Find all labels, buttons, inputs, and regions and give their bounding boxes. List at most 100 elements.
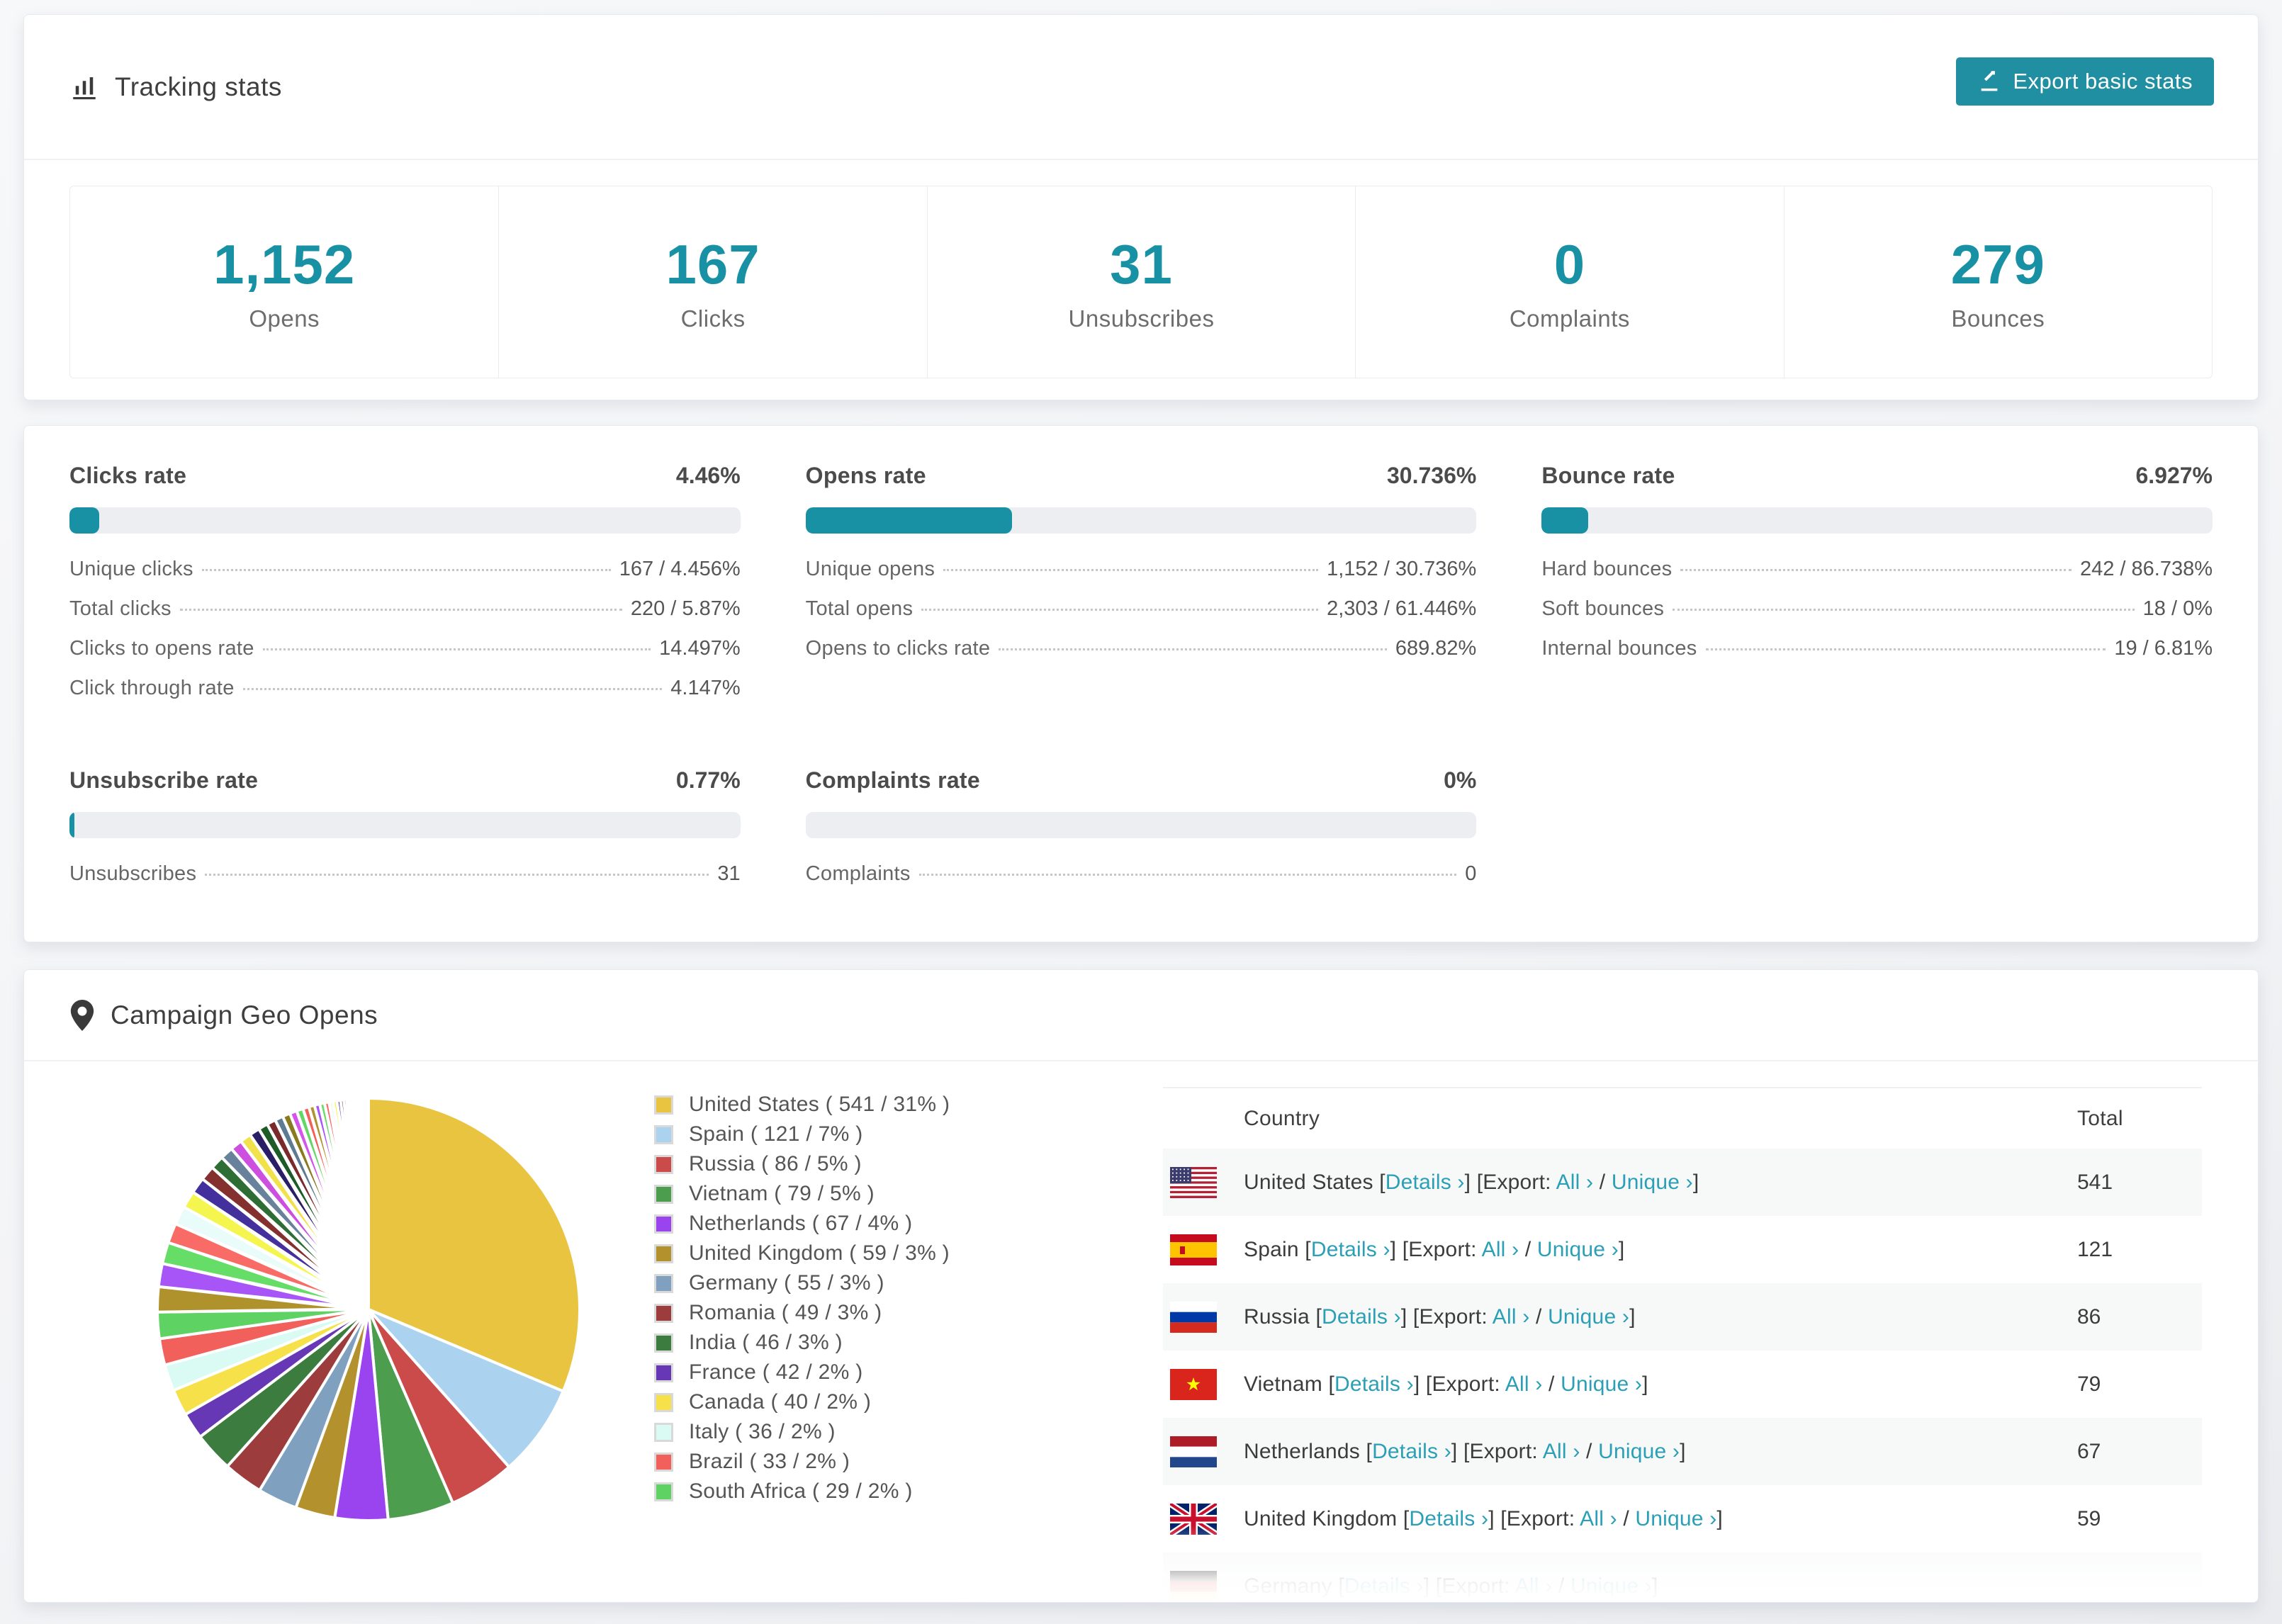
legend-item[interactable]: France ( 42 / 2% ) [654, 1358, 950, 1387]
rate-title-row: Clicks rate 4.46% [69, 463, 741, 489]
details-link[interactable]: Details › [1322, 1305, 1401, 1329]
rate-value: 0.77% [675, 767, 741, 793]
legend-item[interactable]: Germany ( 55 / 3% ) [654, 1268, 950, 1298]
export-label: Export: [1441, 1574, 1510, 1598]
slash: / [1529, 1304, 1548, 1329]
legend-item[interactable]: Brazil ( 33 / 2% ) [654, 1447, 950, 1477]
legend-item[interactable]: Canada ( 40 / 2% ) [654, 1387, 950, 1417]
details-link[interactable]: Details › [1386, 1171, 1465, 1194]
slash: / [1542, 1372, 1561, 1396]
geo-table-header: Country Total [1163, 1088, 2202, 1149]
rate-detail-label: Soft bounces [1541, 597, 1665, 620]
details-link[interactable]: Details › [1334, 1372, 1414, 1396]
country-flag-icon [1170, 1368, 1217, 1400]
rate-value: 30.736% [1387, 463, 1477, 488]
bar-chart-icon [69, 72, 99, 102]
country-flag-icon [1170, 1436, 1217, 1467]
rate-progress-bar [69, 507, 741, 534]
export-label: Export: [1506, 1506, 1575, 1530]
legend-item[interactable]: Vietnam ( 79 / 5% ) [654, 1179, 950, 1209]
bracket: ] [1629, 1304, 1636, 1329]
export-label: Export: [1483, 1170, 1551, 1194]
legend-item[interactable]: India ( 46 / 3% ) [654, 1328, 950, 1358]
table-row: Russia [Details ›] [Export: All › / Uniq… [1163, 1283, 2202, 1350]
export-all-link[interactable]: All › [1543, 1440, 1580, 1463]
export-unique-link[interactable]: Unique › [1635, 1507, 1716, 1530]
details-link[interactable]: Details › [1372, 1440, 1451, 1463]
page-title: Tracking stats [115, 72, 282, 101]
legend-item[interactable]: United Kingdom ( 59 / 3% ) [654, 1239, 950, 1268]
bracket: [ [1379, 1170, 1386, 1194]
legend-label: Germany ( 55 / 3% ) [689, 1271, 884, 1295]
legend-item[interactable]: Netherlands ( 67 / 4% ) [654, 1209, 950, 1239]
export-all-link[interactable]: All › [1505, 1372, 1543, 1396]
stat-label: Clicks [680, 305, 746, 332]
export-all-link[interactable]: All › [1556, 1171, 1594, 1194]
rate-detail-label: Total clicks [69, 597, 172, 620]
bracket: ] [1642, 1372, 1648, 1396]
legend-label: United Kingdom ( 59 / 3% ) [689, 1241, 950, 1265]
rate-detail-rows: Complaints 0 [806, 862, 1477, 886]
rate-block: Clicks rate 4.46% Unique clicks 167 / 4.… [69, 463, 741, 716]
rate-detail-label: Opens to clicks rate [805, 637, 991, 660]
legend-item[interactable]: Russia ( 86 / 5% ) [654, 1149, 950, 1179]
country-cell: United Kingdom [Details ›] [Export: All … [1244, 1507, 1723, 1531]
country-flag-icon [1170, 1570, 1217, 1602]
rate-detail-rows: Unsubscribes 31 [69, 862, 741, 886]
rate-detail-row: Unsubscribes 31 [69, 862, 741, 886]
geo-content: United States ( 541 / 31% ) Spain ( 121 … [24, 1061, 2258, 1602]
rate-detail-label: Complaints [805, 862, 911, 885]
dotted-leader [205, 874, 709, 876]
country-cell: Germany [Details ›] [Export: All › / Uni… [1244, 1574, 1658, 1598]
export-basic-stats-button[interactable]: Export basic stats [1956, 57, 2214, 106]
rate-value: 6.927% [2135, 463, 2213, 488]
total-cell: 59 [2077, 1506, 2101, 1530]
export-all-link[interactable]: All › [1515, 1574, 1553, 1598]
pie-slice[interactable] [366, 1096, 370, 1112]
rate-progress-bar [69, 812, 741, 838]
table-row: Netherlands [Details ›] [Export: All › /… [1163, 1418, 2202, 1485]
legend-item[interactable]: Spain ( 121 / 7% ) [654, 1120, 950, 1149]
export-all-link[interactable]: All › [1580, 1507, 1617, 1530]
country-cell: Spain [Details ›] [Export: All › / Uniqu… [1244, 1238, 1624, 1262]
legend-item[interactable]: United States ( 541 / 31% ) [654, 1090, 950, 1120]
dotted-leader [1673, 609, 2135, 611]
bracket: ] [ [1464, 1170, 1483, 1194]
bracket: [ [1338, 1574, 1344, 1598]
rate-detail-value: 0 [1465, 862, 1477, 885]
export-unique-link[interactable]: Unique › [1537, 1238, 1619, 1261]
rate-block: Complaints rate 0% Complaints 0 [805, 767, 1477, 902]
stat-card: 0 Complaints [1355, 186, 1783, 378]
rates-grid: Clicks rate 4.46% Unique clicks 167 / 4.… [69, 463, 2213, 902]
legend-item[interactable]: Italy ( 36 / 2% ) [654, 1417, 950, 1447]
details-link[interactable]: Details › [1344, 1574, 1424, 1598]
export-unique-link[interactable]: Unique › [1612, 1171, 1693, 1194]
export-all-link[interactable]: All › [1493, 1305, 1530, 1329]
country-cell: Russia [Details ›] [Export: All › / Uniq… [1244, 1305, 1636, 1329]
export-unique-link[interactable]: Unique › [1570, 1574, 1652, 1598]
legend-label: Netherlands ( 67 / 4% ) [689, 1212, 913, 1235]
rate-detail-row: Total opens 2,303 / 61.446% [806, 597, 1477, 621]
export-all-link[interactable]: All › [1482, 1238, 1519, 1261]
geo-pie-chart[interactable] [149, 1090, 588, 1529]
export-unique-link[interactable]: Unique › [1548, 1305, 1629, 1329]
export-unique-link[interactable]: Unique › [1598, 1440, 1680, 1463]
export-unique-link[interactable]: Unique › [1561, 1372, 1642, 1396]
stat-value: 167 [665, 232, 760, 295]
rate-detail-value: 19 / 6.81% [2114, 637, 2213, 660]
column-header-country: Country [1244, 1106, 1320, 1130]
dotted-leader [262, 648, 651, 650]
stats-strip: 1,152 Opens 167 Clicks 31 Unsubscribes 0… [69, 186, 2213, 378]
country-name: United Kingdom [1244, 1506, 1398, 1530]
details-link[interactable]: Details › [1409, 1507, 1488, 1530]
stat-label: Bounces [1951, 305, 2045, 332]
stat-value: 1,152 [213, 232, 356, 295]
legend-item[interactable]: South Africa ( 29 / 2% ) [654, 1477, 950, 1506]
rate-detail-value: 14.497% [659, 637, 741, 660]
bracket: ] [1680, 1439, 1686, 1463]
rate-detail-value: 4.147% [670, 677, 741, 699]
slash: / [1580, 1439, 1599, 1463]
details-link[interactable]: Details › [1311, 1238, 1390, 1261]
legend-item[interactable]: Romania ( 49 / 3% ) [654, 1298, 950, 1328]
dotted-leader [179, 609, 622, 611]
